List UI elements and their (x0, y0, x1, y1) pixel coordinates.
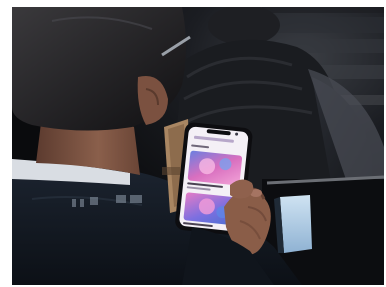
photograph (12, 7, 384, 285)
laptop (274, 195, 312, 253)
phone-card-1 (187, 150, 243, 186)
photo-scene (12, 7, 384, 285)
photo-frame (0, 0, 386, 287)
